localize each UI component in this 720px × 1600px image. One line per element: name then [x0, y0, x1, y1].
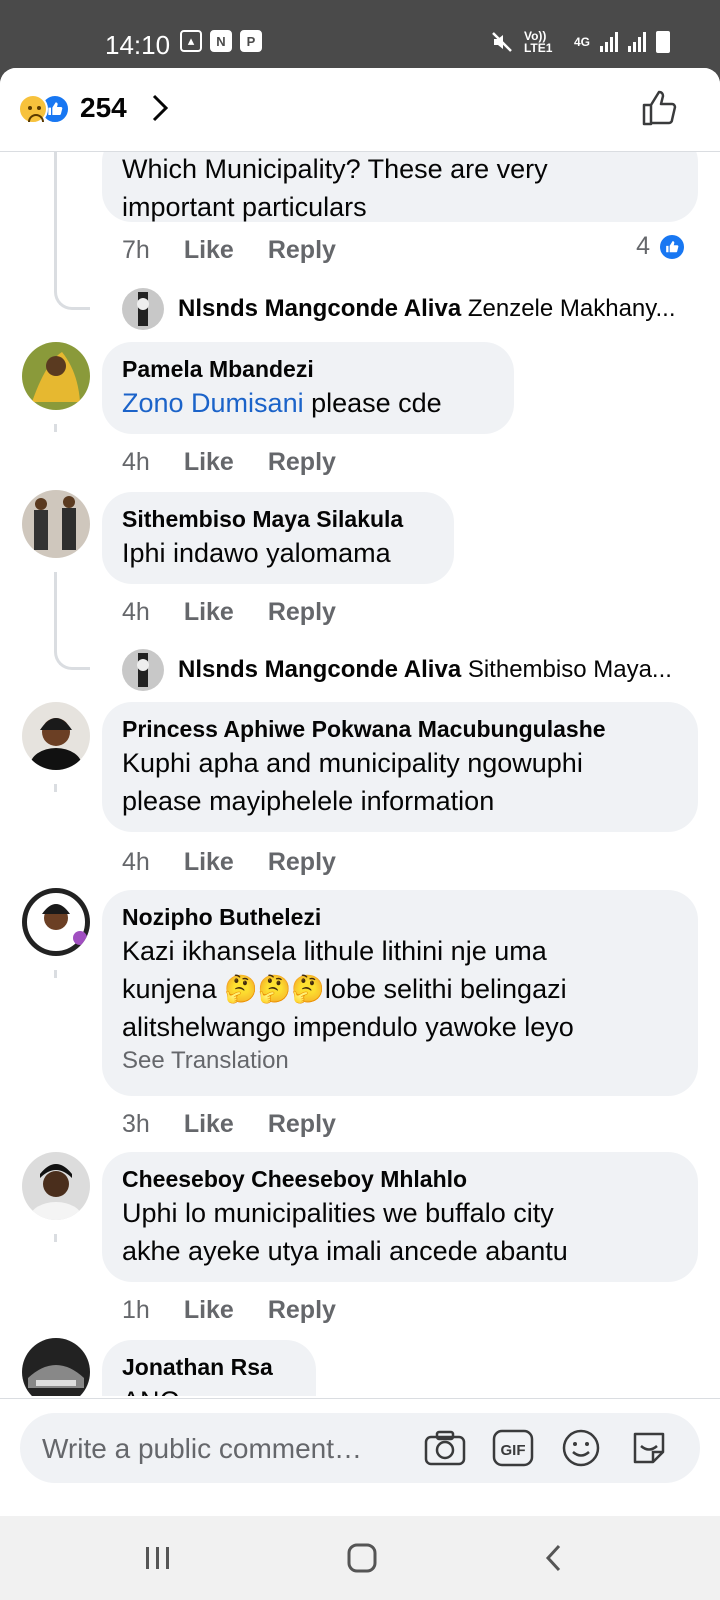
comment-time: 7h — [122, 236, 150, 264]
n-icon: N — [210, 30, 232, 52]
chevron-right-icon[interactable] — [150, 92, 170, 132]
reply-snippet: Zenzele Makhany... — [467, 295, 676, 322]
comment-bubble[interactable]: Nozipho Buthelezi Kazi ikhansela lithule… — [102, 890, 698, 1096]
comment-list[interactable]: Which Municipality? These are very impor… — [0, 152, 720, 1396]
comment-meta: 4h Like Reply — [122, 598, 336, 627]
network-type: 4G — [573, 35, 590, 49]
like-button[interactable]: Like — [184, 848, 234, 877]
recents-icon[interactable] — [138, 1538, 178, 1578]
comment-like-count[interactable]: 4 — [636, 232, 686, 261]
camera-icon[interactable] — [424, 1427, 466, 1469]
reply-preview[interactable]: Nlsnds Mangconde Aliva Zenzele Makhany..… — [122, 288, 676, 330]
mention-link[interactable]: Zono Dumisani — [122, 388, 304, 418]
avatar[interactable] — [22, 342, 90, 410]
comment-time: 3h — [122, 1110, 150, 1138]
reply-author: Nlsnds Mangconde Aliva — [178, 656, 462, 683]
like-button[interactable]: Like — [184, 1110, 234, 1139]
reply-preview[interactable]: Nlsnds Mangconde Aliva Sithembiso Maya..… — [122, 649, 672, 691]
comment-meta: 4h Like Reply — [122, 448, 336, 477]
avatar[interactable] — [22, 702, 90, 770]
reactions-header: 254 — [0, 68, 720, 152]
reply-snippet: Sithembiso Maya... — [467, 656, 672, 683]
battery-icon — [656, 31, 670, 53]
comment-bubble[interactable]: Sithembiso Maya Silakula Iphi indawo yal… — [102, 492, 454, 584]
reply-button[interactable]: Reply — [268, 848, 336, 877]
like-button[interactable]: Like — [184, 1296, 234, 1325]
comment-time: 4h — [122, 598, 150, 626]
comment-composer: Write a public comment… GIF — [0, 1398, 720, 1516]
p-app-icon: P — [240, 30, 262, 52]
volte-indicator: Vo)) LTE1 — [523, 29, 553, 55]
comment-time: 1h — [122, 1296, 150, 1324]
comment-author[interactable]: Sithembiso Maya Silakula — [122, 504, 434, 534]
gif-icon[interactable]: GIF — [492, 1427, 534, 1469]
reply-button[interactable]: Reply — [268, 236, 336, 265]
signal-icon-2 — [628, 32, 646, 52]
reply-button[interactable]: Reply — [268, 1296, 336, 1325]
comment-author[interactable]: Nozipho Buthelezi — [122, 902, 678, 932]
comment-bubble[interactable]: Jonathan Rsa ANC ... — [102, 1340, 316, 1396]
status-bar: 14:10 ▴ N P Vo)) LTE1 4G — [0, 0, 720, 70]
home-icon[interactable] — [342, 1538, 382, 1578]
avatar — [122, 288, 164, 330]
avatar[interactable] — [22, 490, 90, 558]
comment-time: 4h — [122, 448, 150, 476]
reply-button[interactable]: Reply — [268, 448, 336, 477]
svg-text:GIF: GIF — [501, 1442, 526, 1459]
sticker-icon[interactable] — [628, 1427, 670, 1469]
reply-button[interactable]: Reply — [268, 1110, 336, 1139]
comment-input-placeholder[interactable]: Write a public comment… — [42, 1433, 362, 1465]
like-button[interactable]: Like — [184, 236, 234, 265]
status-time: 14:10 — [105, 30, 171, 60]
mute-icon — [492, 32, 512, 52]
comment-time: 4h — [122, 848, 150, 876]
comment-bubble[interactable]: Princess Aphiwe Pokwana Macubungulashe K… — [102, 702, 698, 832]
comment-author[interactable]: Jonathan Rsa — [122, 1352, 296, 1382]
thumbs-up-icon[interactable] — [640, 88, 680, 128]
comment-meta: 1h Like Reply — [122, 1296, 336, 1325]
comment-author[interactable]: Princess Aphiwe Pokwana Macubungulashe — [122, 714, 678, 744]
system-nav-bar — [0, 1516, 720, 1600]
reply-author: Nlsnds Mangconde Aliva — [178, 295, 462, 322]
avatar[interactable] — [22, 1338, 90, 1396]
emoji-icon[interactable] — [560, 1427, 602, 1469]
comment-bubble[interactable]: Which Municipality? These are very impor… — [102, 152, 698, 222]
image-icon: ▴ — [180, 30, 202, 52]
comment-meta: 7h Like Reply — [122, 236, 336, 265]
comment-author[interactable]: Pamela Mbandezi — [122, 354, 494, 384]
reaction-count[interactable]: 254 — [80, 92, 127, 124]
sad-reaction-icon — [18, 94, 48, 124]
like-reaction-icon — [658, 232, 686, 261]
comment-author[interactable]: Cheeseboy Cheeseboy Mhlahlo — [122, 1164, 678, 1194]
comment-meta: 3h Like Reply — [122, 1110, 336, 1139]
like-button[interactable]: Like — [184, 598, 234, 627]
comment-meta: 4h Like Reply — [122, 848, 336, 877]
back-icon[interactable] — [534, 1538, 574, 1578]
see-translation-link[interactable]: See Translation — [122, 1046, 678, 1076]
comment-bubble[interactable]: Cheeseboy Cheeseboy Mhlahlo Uphi lo muni… — [102, 1152, 698, 1282]
like-button[interactable]: Like — [184, 448, 234, 477]
avatar[interactable] — [22, 888, 90, 956]
comment-bubble[interactable]: Pamela Mbandezi Zono Dumisani please cde — [102, 342, 514, 434]
avatar[interactable] — [22, 1152, 90, 1220]
comment-input[interactable]: Write a public comment… GIF — [20, 1413, 700, 1483]
signal-icon — [600, 32, 618, 52]
avatar — [122, 649, 164, 691]
reaction-icons[interactable] — [18, 94, 70, 124]
comments-sheet: 254 Which Municipality? These are very i… — [0, 68, 720, 1516]
reply-button[interactable]: Reply — [268, 598, 336, 627]
